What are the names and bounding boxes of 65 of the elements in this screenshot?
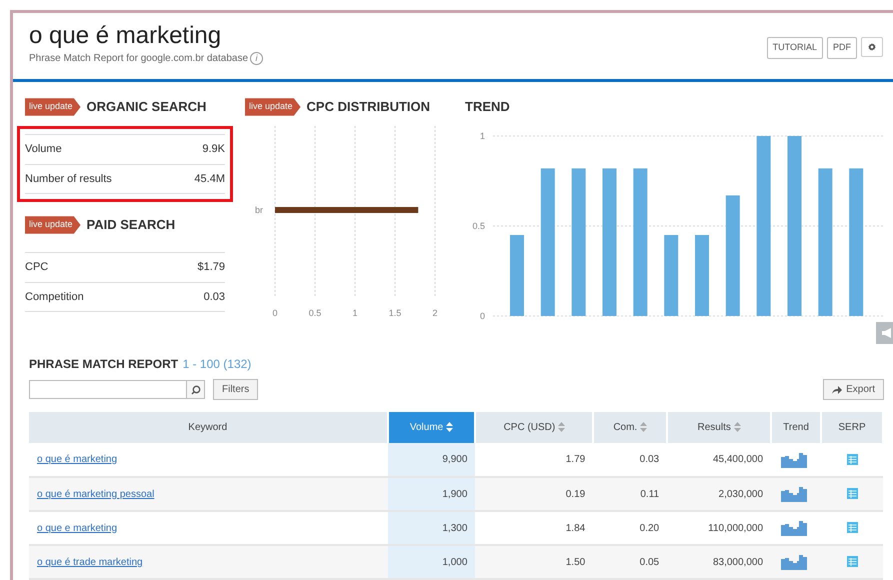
table-cell: 1,300 — [388, 511, 476, 545]
metric-label: Volume — [25, 142, 62, 157]
column-header[interactable]: Volume — [388, 412, 476, 443]
metric-label: Number of results — [25, 172, 112, 186]
keyword-link[interactable]: o que é trade marketing — [37, 556, 143, 568]
megaphone-icon — [881, 327, 893, 339]
share-arrow-icon — [832, 386, 842, 394]
page-title: o que é marketing — [29, 21, 222, 51]
axis-category-label: br — [255, 205, 264, 215]
axis-tick-label: 0 — [480, 311, 485, 321]
axis-tick-label: 1 — [480, 131, 485, 141]
axis-tick-label: 0.5 — [308, 308, 322, 318]
axis-tick-label: 2 — [432, 308, 438, 318]
metric-value: 9.9K — [202, 142, 225, 157]
search-icon — [190, 384, 200, 394]
axis-tick-label: 1.5 — [388, 308, 402, 318]
table-cell: 0.19 — [475, 477, 594, 511]
serp-icon[interactable] — [846, 556, 858, 568]
info-icon[interactable]: i — [250, 52, 264, 65]
live-update-tag: live update — [245, 98, 301, 116]
serp-icon[interactable] — [846, 454, 858, 465]
column-header[interactable]: Results — [667, 412, 772, 443]
table-cell: 83,000,000 — [667, 545, 772, 579]
feedback-tab[interactable] — [876, 322, 893, 344]
search-field[interactable] — [29, 380, 205, 399]
table-cell: 1,900 — [388, 477, 476, 511]
serp-icon[interactable] — [846, 488, 858, 500]
search-button[interactable] — [186, 381, 204, 398]
header-button[interactable]: TUTORIAL — [766, 37, 823, 58]
live-update-tag: live update — [25, 98, 81, 116]
axis-tick-label: 1 — [352, 308, 358, 318]
section-title: PAID SEARCH — [86, 216, 176, 234]
serp-icon[interactable] — [846, 522, 858, 534]
metric-value: 0.03 — [204, 290, 225, 304]
settings-icon — [868, 41, 876, 53]
metric-label: CPC — [25, 260, 48, 275]
live-update-tag: live update — [25, 216, 81, 234]
axis-tick-label: 0.5 — [472, 221, 485, 231]
keyword-link[interactable]: o que e marketing — [37, 522, 118, 534]
column-header[interactable]: Com. — [593, 412, 668, 443]
table-cell: 0.05 — [593, 545, 668, 579]
table-cell: 2,030,000 — [667, 477, 772, 511]
section-title: PHRASE MATCH REPORT — [29, 357, 178, 371]
metric-label: Competition — [25, 290, 84, 304]
metric-value: $1.79 — [197, 260, 225, 275]
table-cell: 1,000 — [388, 545, 476, 579]
column-header: Keyword — [29, 412, 388, 443]
table-cell: 0.11 — [593, 477, 668, 511]
table-cell: 9,900 — [388, 443, 476, 477]
header-button[interactable]: PDF — [827, 37, 857, 58]
metric-value: 45.4M — [194, 172, 225, 186]
export-button[interactable]: Export — [823, 379, 884, 400]
keyword-link[interactable]: o que é marketing pessoal — [37, 488, 154, 500]
section-title: TREND — [465, 98, 510, 116]
section-title: CPC DISTRIBUTION — [306, 98, 430, 116]
report-subtitle: Phrase Match Report for google.com.br database — [29, 52, 248, 66]
section-title: ORGANIC SEARCH — [86, 98, 206, 116]
column-header: Trend — [771, 412, 822, 443]
column-header[interactable]: CPC (USD) — [475, 412, 594, 443]
axis-tick-label: 0 — [272, 308, 278, 318]
column-header: SERP — [821, 412, 883, 443]
settings-button[interactable] — [861, 37, 883, 57]
table-cell: 1.50 — [475, 545, 594, 579]
keyword-link[interactable]: o que é marketing — [37, 454, 118, 465]
filters-button[interactable]: Filters — [213, 379, 258, 400]
